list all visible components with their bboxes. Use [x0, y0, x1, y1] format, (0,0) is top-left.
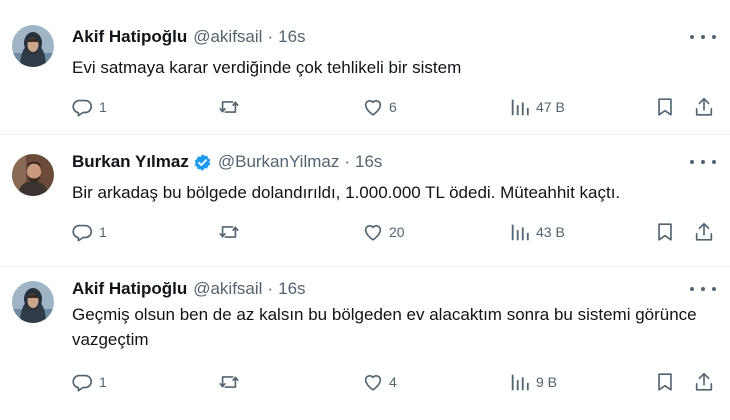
reply-count: 1 [99, 224, 107, 240]
tweet-actions: 1 4 9 B [72, 370, 722, 394]
views-button[interactable]: 47 B [509, 95, 565, 119]
avatar[interactable] [12, 25, 54, 67]
tweet-header: Akif Hatipoğlu @akifsail · 16s [72, 25, 306, 49]
tweet-text: Geçmiş olsun ben de az kalsın bu bölgede… [72, 305, 697, 349]
reply-icon [72, 371, 94, 393]
reply-button[interactable]: 1 [72, 370, 107, 394]
bookmark-icon [654, 371, 676, 393]
author-name[interactable]: Burkan Yılmaz [72, 152, 189, 172]
tweet-text: Bir arkadaş bu bölgede dolandırıldı, 1.0… [72, 183, 621, 202]
tweet-header: Akif Hatipoğlu @akifsail · 16s [72, 277, 306, 301]
views-icon [509, 96, 531, 118]
timestamp[interactable]: 16s [278, 27, 305, 47]
tweet-3[interactable]: Akif Hatipoğlu @akifsail · 16s Geçmiş ol… [0, 267, 730, 420]
like-button[interactable]: 20 [362, 220, 405, 244]
avatar[interactable] [12, 281, 54, 323]
tweet-actions: 1 6 47 B [72, 95, 722, 119]
views-icon [509, 221, 531, 243]
tweet-actions: 1 20 43 B [72, 220, 722, 244]
tweet-header: Burkan Yılmaz @BurkanYilmaz · 16s [72, 150, 382, 174]
more-icon[interactable] [690, 282, 716, 296]
retweet-icon [218, 221, 240, 243]
tweet-text: Evi satmaya karar verdiğinde çok tehlike… [72, 58, 462, 77]
like-count: 20 [389, 224, 405, 240]
author-handle[interactable]: @akifsail [193, 27, 262, 47]
share-button[interactable] [693, 220, 715, 244]
more-icon[interactable] [690, 155, 716, 169]
separator: · [267, 279, 274, 298]
reply-button[interactable]: 1 [72, 220, 107, 244]
tweet-2[interactable]: Burkan Yılmaz @BurkanYilmaz · 16s Bir ar… [0, 135, 730, 265]
like-count: 6 [389, 99, 397, 115]
bookmark-button[interactable] [654, 370, 676, 394]
bookmark-button[interactable] [654, 220, 676, 244]
retweet-button[interactable] [218, 95, 240, 119]
share-icon [693, 221, 715, 243]
share-button[interactable] [693, 95, 715, 119]
share-icon [693, 96, 715, 118]
reply-icon [72, 96, 94, 118]
timestamp[interactable]: 16s [355, 152, 382, 172]
separator: · [344, 152, 351, 171]
bookmark-icon [654, 96, 676, 118]
retweet-button[interactable] [218, 220, 240, 244]
avatar[interactable] [12, 154, 54, 196]
reply-count: 1 [99, 99, 107, 115]
verified-badge-icon [193, 153, 212, 172]
timestamp[interactable]: 16s [278, 279, 305, 299]
retweet-button[interactable] [218, 370, 240, 394]
heart-icon [362, 371, 384, 393]
like-button[interactable]: 4 [362, 370, 397, 394]
views-button[interactable]: 43 B [509, 220, 565, 244]
share-button[interactable] [693, 370, 715, 394]
author-handle[interactable]: @BurkanYilmaz [218, 152, 340, 172]
like-button[interactable]: 6 [362, 95, 397, 119]
retweet-icon [218, 371, 240, 393]
author-handle[interactable]: @akifsail [193, 279, 262, 299]
reply-icon [72, 221, 94, 243]
share-icon [693, 371, 715, 393]
view-count: 43 B [536, 224, 565, 240]
retweet-icon [218, 96, 240, 118]
view-count: 47 B [536, 99, 565, 115]
view-count: 9 B [536, 374, 558, 390]
tweet-1[interactable]: Akif Hatipoğlu @akifsail · 16s Evi satma… [0, 0, 730, 132]
like-count: 4 [389, 374, 397, 390]
author-name[interactable]: Akif Hatipoğlu [72, 279, 187, 299]
heart-icon [362, 96, 384, 118]
more-icon[interactable] [690, 30, 716, 44]
views-button[interactable]: 9 B [509, 370, 557, 394]
heart-icon [362, 221, 384, 243]
reply-count: 1 [99, 374, 107, 390]
separator: · [267, 27, 274, 46]
bookmark-button[interactable] [654, 95, 676, 119]
bookmark-icon [654, 221, 676, 243]
views-icon [509, 371, 531, 393]
author-name[interactable]: Akif Hatipoğlu [72, 27, 187, 47]
reply-button[interactable]: 1 [72, 95, 107, 119]
